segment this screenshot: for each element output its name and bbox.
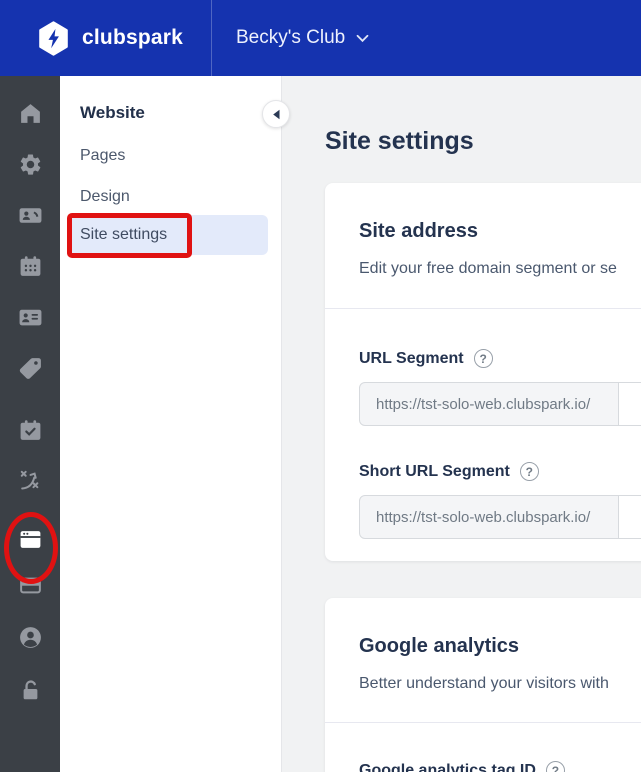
nav-item-design[interactable]: Design xyxy=(68,177,268,217)
top-header-bar: clubspark Becky's Club xyxy=(0,0,641,76)
url-segment-input[interactable] xyxy=(619,382,641,426)
nav-item-label: Design xyxy=(80,188,130,205)
card-description: Better understand your visitors with xyxy=(359,675,609,692)
gear-icon[interactable] xyxy=(16,150,44,178)
page-title: Site settings xyxy=(325,127,474,155)
calendar-check-icon[interactable] xyxy=(16,416,44,444)
tactics-icon[interactable] xyxy=(16,465,44,493)
card-body: URL Segment ? https://tst-solo-web.clubs… xyxy=(325,309,641,561)
website-icon[interactable] xyxy=(16,525,44,553)
help-icon[interactable]: ? xyxy=(473,349,493,368)
short-url-segment-input[interactable] xyxy=(619,495,641,539)
clubspark-hexagon-bolt-icon xyxy=(38,20,69,56)
card-title: Google analytics xyxy=(359,635,520,657)
credit-card-icon[interactable] xyxy=(16,571,44,599)
short-url-segment-input-group: https://tst-solo-web.clubspark.io/ xyxy=(359,495,641,539)
nav-section-heading: Website xyxy=(80,103,145,122)
short-url-segment-label: Short URL Segment xyxy=(359,462,510,480)
nav-item-site-settings[interactable]: Site settings xyxy=(68,215,268,255)
help-icon[interactable]: ? xyxy=(519,462,539,481)
clubspark-logo[interactable]: clubspark xyxy=(38,20,184,56)
calendar-icon[interactable] xyxy=(16,252,44,280)
nav-item-label: Pages xyxy=(80,147,126,164)
chevron-down-icon xyxy=(356,34,369,43)
short-url-segment-prefix: https://tst-solo-web.clubspark.io/ xyxy=(359,495,619,539)
home-icon[interactable] xyxy=(16,99,44,127)
membership-card-icon[interactable] xyxy=(16,303,44,331)
collapse-left-arrow-icon xyxy=(272,109,281,120)
card-title: Site address xyxy=(359,220,478,242)
google-analytics-card: Google analytics Better understand your … xyxy=(325,598,641,772)
card-header: Google analytics Better understand your … xyxy=(325,598,641,723)
club-name: Becky's Club xyxy=(236,27,346,48)
card-body: Google analytics tag ID ? xyxy=(325,723,641,772)
main-content: Site settings Site address Edit your fre… xyxy=(282,76,641,772)
body-row: Website Pages Design Site settings Site … xyxy=(0,76,641,772)
icon-rail-sidebar xyxy=(0,76,60,772)
lock-icon[interactable] xyxy=(16,676,44,704)
user-icon[interactable] xyxy=(16,623,44,651)
card-header: Site address Edit your free domain segme… xyxy=(325,183,641,309)
tag-icon[interactable] xyxy=(16,354,44,382)
club-selector-dropdown[interactable]: Becky's Club xyxy=(236,0,369,76)
brand-wordmark: clubspark xyxy=(82,26,184,49)
website-nav-sidebar: Website Pages Design Site settings xyxy=(60,76,282,772)
nav-item-pages[interactable]: Pages xyxy=(68,136,268,176)
google-analytics-tag-id-label: Google analytics tag ID xyxy=(359,761,536,772)
clubspark-admin-app: clubspark Becky's Club Website Pages Des… xyxy=(0,0,641,772)
card-description: Edit your free domain segment or se xyxy=(359,260,617,277)
url-segment-label: URL Segment xyxy=(359,349,464,367)
url-segment-input-group: https://tst-solo-web.clubspark.io/ xyxy=(359,382,641,426)
header-divider xyxy=(211,0,212,76)
help-icon[interactable]: ? xyxy=(545,761,565,772)
url-segment-prefix: https://tst-solo-web.clubspark.io/ xyxy=(359,382,619,426)
sidebar-collapse-button[interactable] xyxy=(262,100,290,128)
nav-item-label: Site settings xyxy=(80,226,168,243)
site-address-card: Site address Edit your free domain segme… xyxy=(325,183,641,561)
contacts-icon[interactable] xyxy=(16,201,44,229)
